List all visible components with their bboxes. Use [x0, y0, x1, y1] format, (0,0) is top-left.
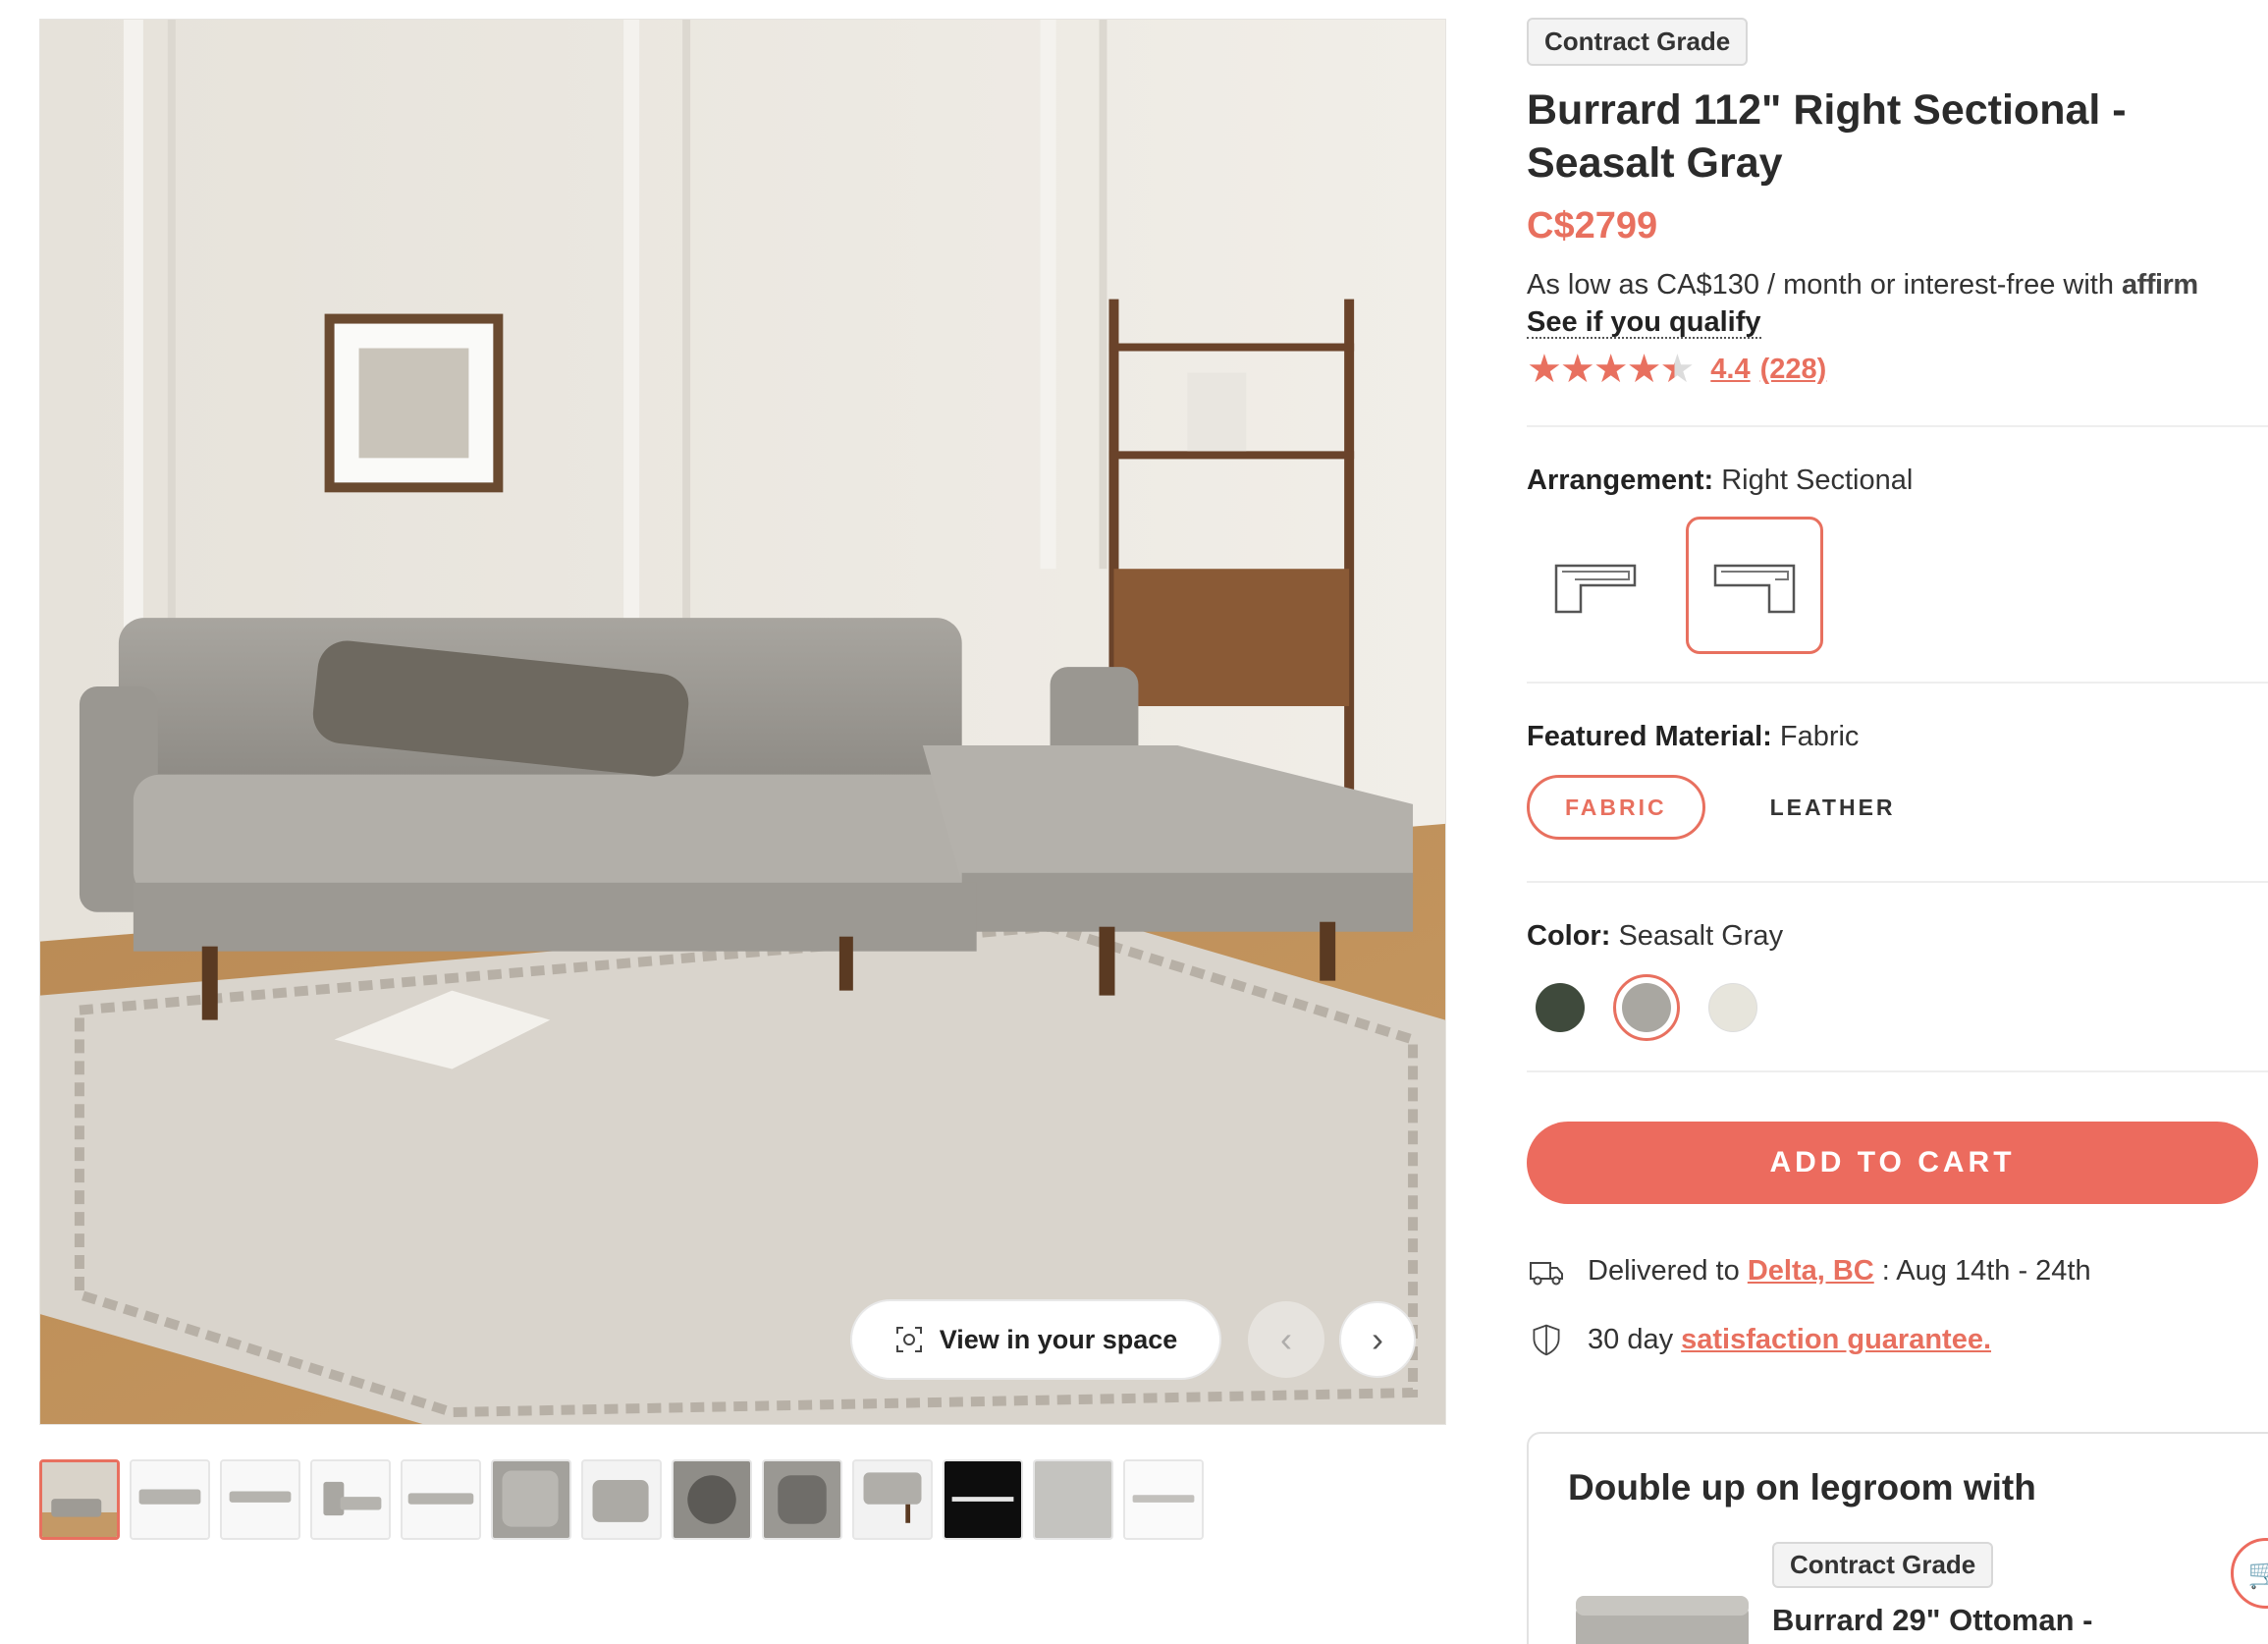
right-sectional-icon [1713, 564, 1796, 614]
divider [1527, 682, 2268, 684]
rating-value-link[interactable]: 4.4 [1710, 354, 1750, 386]
ar-cube-icon [894, 1325, 924, 1354]
gallery-prev-button[interactable]: ‹ [1248, 1301, 1324, 1378]
guarantee-prefix: 30 day [1588, 1323, 1674, 1355]
thumbnail[interactable] [130, 1459, 210, 1540]
see-if-you-qualify-link[interactable]: See if you qualify [1527, 307, 1761, 339]
delivery-dates: : Aug 14th - 24th [1881, 1254, 2091, 1287]
financing-text: As low as CA$130 / month or interest-fre… [1527, 269, 2268, 301]
swatch-fill [1708, 983, 1757, 1032]
color-swatches [1527, 974, 2268, 1041]
swatch-fill [1622, 983, 1671, 1032]
upsell-contract-grade-badge: Contract Grade [1772, 1542, 1994, 1588]
divider [1527, 425, 2268, 427]
material-value: Fabric [1779, 721, 1860, 752]
color-label: Color: [1527, 920, 1611, 952]
delivery-text: Delivered to Delta, BC : Aug 14th - 24th [1588, 1255, 2091, 1288]
add-to-cart-button[interactable]: ADD TO CART [1527, 1122, 2258, 1204]
upsell-product-title[interactable]: Burrard 29" Ottoman - [1772, 1603, 2092, 1638]
rating-row: ★★★★★ 4.4 (228) [1527, 347, 2268, 392]
shield-icon [1527, 1320, 1566, 1359]
chevron-left-icon: ‹ [1280, 1319, 1292, 1359]
color-swatch[interactable] [1527, 974, 1593, 1041]
thumbnail[interactable] [39, 1459, 120, 1540]
arrangement-option-right[interactable] [1686, 517, 1823, 654]
material-option-leather[interactable]: LEATHER [1735, 775, 1931, 840]
guarantee-row: 30 day satisfaction guarantee. [1527, 1320, 2268, 1359]
affirm-logo: affirm [2122, 269, 2198, 301]
material-options: FABRIC LEATHER [1527, 775, 2268, 840]
product-main-image[interactable]: View in your space ‹ › [39, 19, 1446, 1425]
color-swatch[interactable] [1613, 974, 1680, 1041]
guarantee-text: 30 day satisfaction guarantee. [1588, 1324, 1991, 1356]
upsell-heading: Double up on legroom with [1568, 1467, 2036, 1507]
arrangement-label-row: Arrangement: Right Sectional [1527, 465, 2268, 497]
upsell-card: Double up on legroom with Contract Grade… [1527, 1432, 2268, 1644]
delivery-truck-icon [1527, 1251, 1566, 1290]
cart-icon: 🛒 [2247, 1557, 2268, 1590]
thumbnail[interactable] [1033, 1459, 1113, 1540]
contract-grade-badge: Contract Grade [1527, 18, 1749, 66]
satisfaction-guarantee-link[interactable]: satisfaction guarantee. [1681, 1324, 1991, 1355]
delivery-prefix: Delivered to [1588, 1254, 1740, 1287]
arrangement-value: Right Sectional [1721, 465, 1914, 496]
material-label: Featured Material: [1527, 721, 1772, 752]
star-rating-icon: ★★★★★ [1527, 348, 1695, 391]
color-label-row: Color: Seasalt Gray [1527, 920, 2268, 953]
chevron-right-icon: › [1372, 1319, 1383, 1359]
thumbnail[interactable] [581, 1459, 662, 1540]
thumbnail[interactable] [220, 1459, 300, 1540]
thumbnail[interactable] [491, 1459, 571, 1540]
divider [1527, 1070, 2268, 1072]
ottoman-image[interactable] [1572, 1586, 1755, 1644]
gallery-next-button[interactable]: › [1339, 1301, 1416, 1378]
product-title: Burrard 112" Right Sectional - Seasalt G… [1527, 86, 2127, 187]
product-details: Contract Grade Burrard 112" Right Sectio… [1527, 18, 2268, 1359]
delivery-row: Delivered to Delta, BC : Aug 14th - 24th [1527, 1251, 2268, 1290]
thumbnail-strip [39, 1459, 1204, 1540]
delivery-location-link[interactable]: Delta, BC [1748, 1255, 1874, 1287]
view-in-your-space-label: View in your space [939, 1324, 1178, 1354]
review-count-link[interactable]: (228) [1760, 354, 1827, 386]
thumbnail[interactable] [1123, 1459, 1204, 1540]
thumbnail[interactable] [401, 1459, 481, 1540]
color-value: Seasalt Gray [1618, 920, 1784, 952]
material-label-row: Featured Material: Fabric [1527, 721, 2268, 753]
view-in-your-space-button[interactable]: View in your space [850, 1299, 1221, 1380]
thumbnail[interactable] [672, 1459, 752, 1540]
swatch-fill [1536, 983, 1585, 1032]
thumbnail[interactable] [762, 1459, 842, 1540]
arrangement-option-left[interactable] [1527, 517, 1664, 654]
thumbnail[interactable] [943, 1459, 1023, 1540]
arrangement-label: Arrangement: [1527, 465, 1714, 496]
material-option-fabric[interactable]: FABRIC [1527, 775, 1705, 840]
financing-message: As low as CA$130 / month or interest-fre… [1527, 269, 2114, 301]
divider [1527, 881, 2268, 883]
thumbnail[interactable] [310, 1459, 391, 1540]
sectional-room-photo [40, 20, 1445, 1424]
color-swatch[interactable] [1700, 974, 1766, 1041]
thumbnail[interactable] [852, 1459, 933, 1540]
arrangement-options [1527, 517, 2268, 654]
product-price: C$2799 [1527, 205, 1658, 247]
left-sectional-icon [1554, 564, 1637, 614]
